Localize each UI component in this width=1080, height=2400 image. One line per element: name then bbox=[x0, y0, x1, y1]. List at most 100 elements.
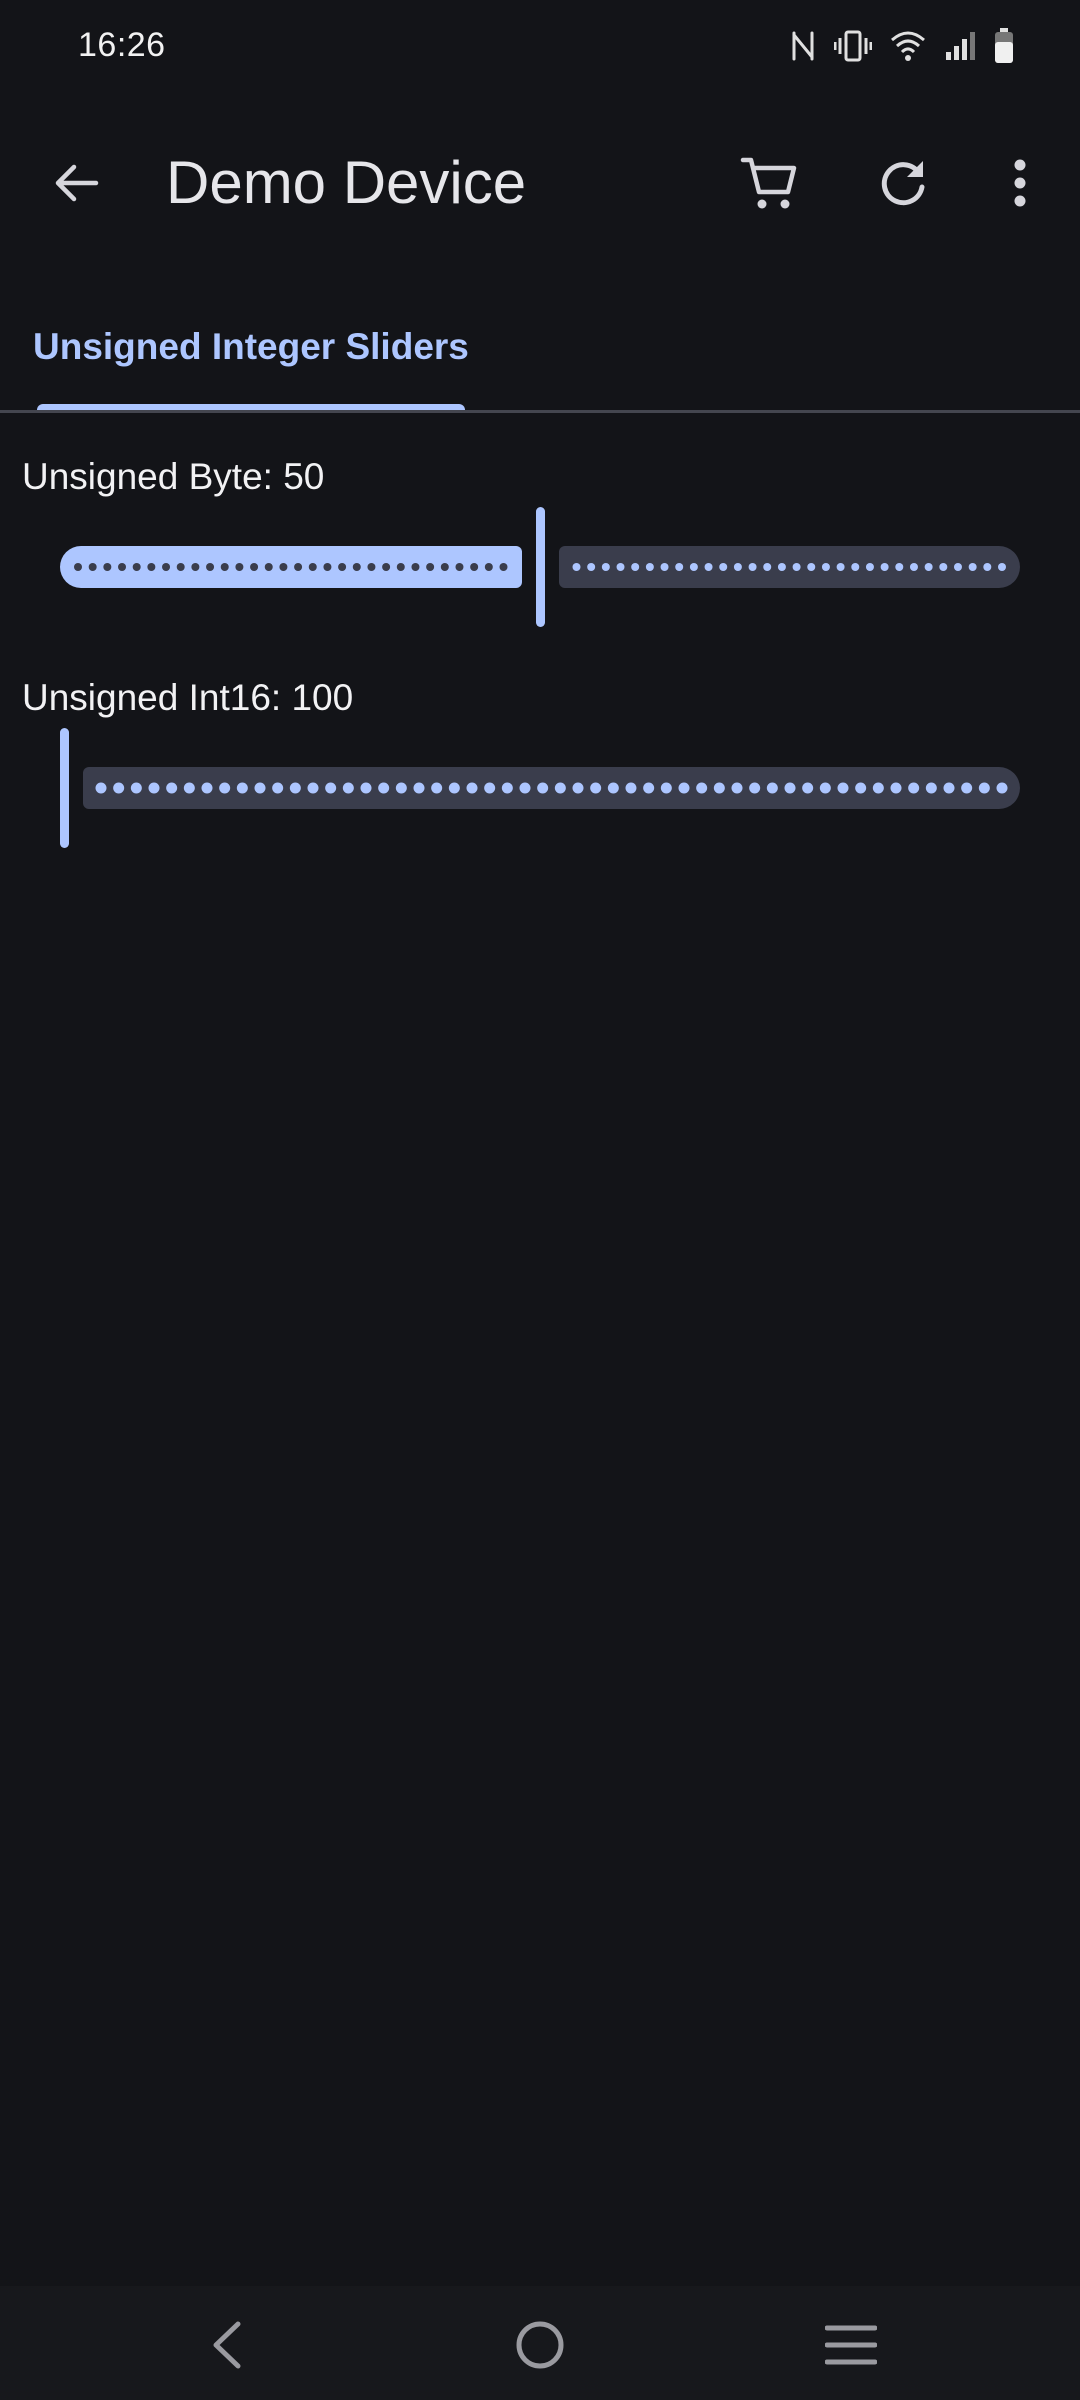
nfc-icon bbox=[790, 29, 816, 63]
slider-tick bbox=[678, 782, 690, 794]
slider-tick bbox=[909, 563, 918, 571]
slider-tick bbox=[426, 563, 435, 571]
slider-tick bbox=[660, 782, 672, 794]
slider-tick bbox=[807, 563, 816, 571]
nav-home-icon bbox=[516, 2321, 564, 2369]
slider-tick bbox=[792, 563, 801, 571]
signal-icon bbox=[944, 30, 976, 62]
status-bar: 16:26 bbox=[0, 0, 1080, 96]
unsigned-int16-slider[interactable] bbox=[60, 728, 1020, 848]
slider-tick bbox=[675, 563, 684, 571]
slider-tick bbox=[191, 563, 200, 571]
slider-tick bbox=[766, 782, 778, 794]
slider-tick bbox=[961, 782, 973, 794]
cart-icon bbox=[740, 157, 797, 209]
slider-tick bbox=[836, 563, 845, 571]
slider-tick bbox=[307, 782, 319, 794]
slider-tick bbox=[749, 782, 761, 794]
slider-tick bbox=[395, 782, 407, 794]
slider-tick bbox=[264, 563, 273, 571]
nav-back-button[interactable] bbox=[183, 2300, 273, 2390]
slider-tick bbox=[95, 782, 107, 794]
slider-tick bbox=[968, 563, 977, 571]
slider-tick bbox=[118, 563, 127, 571]
slider-tick bbox=[855, 782, 867, 794]
slider-tick bbox=[499, 563, 508, 571]
slider-tick bbox=[130, 782, 142, 794]
slider-tick bbox=[865, 563, 874, 571]
slider-thumb[interactable] bbox=[60, 728, 69, 848]
slider-tick bbox=[978, 782, 990, 794]
slider-tick bbox=[733, 563, 742, 571]
slider-tick bbox=[413, 782, 425, 794]
status-icons bbox=[790, 28, 1014, 64]
status-time: 16:26 bbox=[78, 26, 166, 64]
unsigned-byte-label: Unsigned Byte: 50 bbox=[22, 456, 325, 497]
slider-tick bbox=[537, 782, 549, 794]
slider-tick bbox=[943, 782, 955, 794]
slider-tick bbox=[554, 782, 566, 794]
slider-tick bbox=[601, 563, 610, 571]
slider-tick bbox=[236, 782, 248, 794]
slider-tick bbox=[590, 782, 602, 794]
slider-thumb[interactable] bbox=[535, 507, 545, 627]
slider-tick bbox=[983, 563, 992, 571]
slider-tick bbox=[166, 782, 178, 794]
more-options-button[interactable] bbox=[975, 138, 1065, 228]
slider-tick bbox=[411, 563, 420, 571]
slider-tick bbox=[323, 563, 332, 571]
slider-tick bbox=[378, 782, 390, 794]
nav-home-button[interactable] bbox=[495, 2300, 585, 2390]
slider-tick bbox=[338, 563, 347, 571]
slider-tick bbox=[819, 782, 831, 794]
more-vert-icon bbox=[1014, 159, 1026, 207]
slider-tick bbox=[953, 563, 962, 571]
slider-tick bbox=[132, 563, 141, 571]
slider-tick bbox=[872, 782, 884, 794]
tab-divider bbox=[0, 410, 1080, 413]
refresh-button[interactable] bbox=[858, 138, 948, 228]
slider-tick bbox=[890, 782, 902, 794]
slider-tick bbox=[645, 563, 654, 571]
slider-tick bbox=[448, 782, 460, 794]
slider-tick bbox=[572, 563, 581, 571]
slider-tick bbox=[713, 782, 725, 794]
slider-tick bbox=[220, 563, 229, 571]
slider-tick bbox=[176, 563, 185, 571]
slider-tick bbox=[572, 782, 584, 794]
cart-button[interactable] bbox=[724, 138, 814, 228]
slider-tick bbox=[616, 563, 625, 571]
back-arrow-icon bbox=[55, 164, 99, 202]
unsigned-byte-slider[interactable] bbox=[60, 507, 1020, 627]
slider-tick bbox=[440, 563, 449, 571]
slider-tick bbox=[821, 563, 830, 571]
slider-tick bbox=[689, 563, 698, 571]
slider-tick bbox=[455, 563, 464, 571]
nav-back-icon bbox=[213, 2321, 241, 2369]
slider-tick bbox=[587, 563, 596, 571]
slider-tick bbox=[470, 563, 479, 571]
slider-tick bbox=[308, 563, 317, 571]
slider-tick bbox=[325, 782, 337, 794]
slider-tick bbox=[996, 782, 1008, 794]
slider-tick bbox=[895, 563, 904, 571]
nav-recents-button[interactable] bbox=[806, 2300, 896, 2390]
slider-tick bbox=[254, 782, 266, 794]
slider-tick bbox=[367, 563, 376, 571]
slider-tick bbox=[660, 563, 669, 571]
slider-tick bbox=[235, 563, 244, 571]
slider-tick bbox=[719, 563, 728, 571]
slider-tick bbox=[431, 782, 443, 794]
slider-tick bbox=[802, 782, 814, 794]
slider-tick bbox=[908, 782, 920, 794]
slider-tick bbox=[183, 782, 195, 794]
tab-label: Unsigned Integer Sliders bbox=[33, 326, 469, 367]
slider-tick bbox=[696, 782, 708, 794]
slider-tick bbox=[880, 563, 889, 571]
slider-tick bbox=[113, 782, 125, 794]
slider-tick bbox=[103, 563, 112, 571]
slider-tick bbox=[837, 782, 849, 794]
back-button[interactable] bbox=[32, 138, 122, 228]
slider-tick bbox=[289, 782, 301, 794]
slider-tick bbox=[925, 782, 937, 794]
